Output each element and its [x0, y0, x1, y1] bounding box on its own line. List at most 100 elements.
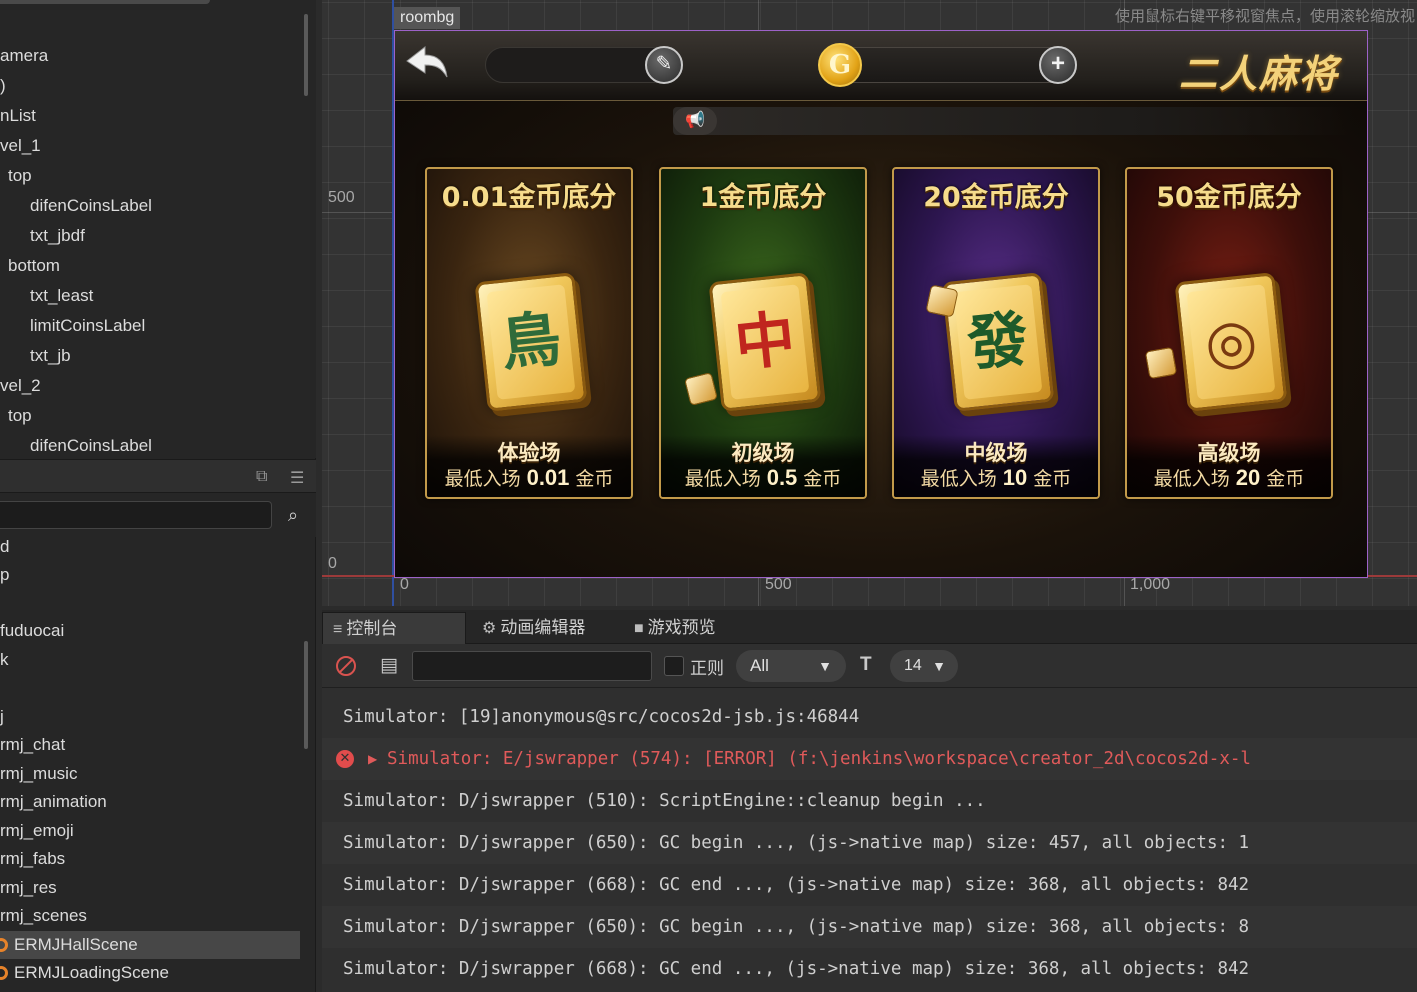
- popout-icon[interactable]: ⧉: [256, 468, 267, 486]
- scene-icon: [0, 966, 8, 980]
- tab-game-preview[interactable]: ■ 游戏预览: [624, 612, 764, 644]
- log-entry[interactable]: Simulator: D/jswrapper (668): GC end ...…: [322, 948, 1417, 990]
- asset-label: rmj_chat: [0, 735, 66, 754]
- scene-hint-text: 使用鼠标右键平移视窗焦点，使用滚轮缩放视: [1114, 7, 1415, 25]
- assets-search-input[interactable]: [0, 501, 272, 529]
- mahjong-tile-icon: 發: [941, 272, 1055, 412]
- tree-node[interactable]: vel_1: [0, 131, 41, 161]
- assets-scrollbar[interactable]: [304, 641, 308, 749]
- font-size-select[interactable]: 14 ▼: [890, 650, 958, 682]
- room-card-trial[interactable]: 0.01金币底分 鳥 体验场 最低入场 0.01 金币: [425, 167, 633, 499]
- chevron-down-icon: ▼: [818, 658, 832, 674]
- game-canvas[interactable]: ✎ G + 二人麻将 📢 0.01金币底分 鳥 体验场 最低入场 0.01 金币 1…: [394, 30, 1368, 578]
- tree-scrollbar[interactable]: [304, 14, 308, 96]
- asset-item[interactable]: fuduocai: [0, 617, 300, 645]
- asset-item[interactable]: [0, 675, 300, 703]
- regex-checkbox[interactable]: [664, 656, 684, 676]
- tile-face: 中: [720, 284, 810, 400]
- asset-item-selected[interactable]: ERMJHallScene: [0, 931, 300, 959]
- notice-bar: [673, 107, 1353, 135]
- scene-icon: [0, 938, 8, 952]
- tab-animation-editor[interactable]: ⚙ 动画编辑器: [472, 612, 622, 644]
- room-level: 体验场: [497, 442, 561, 465]
- log-entry[interactable]: Simulator: D/jswrapper (510): ScriptEngi…: [322, 780, 1417, 822]
- log-entry[interactable]: Simulator: D/jswrapper (650): GC begin .…: [322, 822, 1417, 864]
- tree-node[interactable]: amera: [0, 41, 48, 71]
- tree-node[interactable]: difenCoinsLabel: [30, 191, 152, 221]
- scene-view[interactable]: 500 0 0 500 1,000 使用鼠标右键平移视窗焦点，使用滚轮缩放视 r…: [322, 0, 1417, 606]
- tree-node[interactable]: nList: [0, 101, 36, 131]
- asset-item[interactable]: rmj_fabs: [0, 845, 300, 873]
- tree-node[interactable]: txt_least: [30, 281, 93, 311]
- expand-arrow-icon[interactable]: ▶: [368, 738, 377, 780]
- asset-item[interactable]: j: [0, 703, 300, 731]
- room-level: 初级场: [731, 442, 795, 465]
- asset-item[interactable]: rmj_scenes: [0, 902, 300, 930]
- tree-node[interactable]: limitCoinsLabel: [30, 311, 145, 341]
- room-card-intermediate[interactable]: 20金币底分 發 中级场 最低入场 10 金币: [892, 167, 1100, 499]
- tree-node[interactable]: txt_jbdf: [30, 221, 85, 251]
- asset-label: rmj_fabs: [0, 849, 66, 868]
- tree-header-strip: [0, 0, 210, 4]
- asset-item[interactable]: [0, 589, 300, 617]
- menu-icon[interactable]: ☰: [290, 468, 304, 488]
- tree-node[interactable]: difenCoinsLabel: [30, 431, 152, 458]
- room-min-entry: 最低入场 10 金币: [920, 465, 1072, 490]
- regex-label: 正则: [690, 659, 724, 678]
- add-coins-button[interactable]: +: [1039, 46, 1077, 84]
- room-title: 20金币底分: [923, 182, 1069, 213]
- log-text: Simulator: E/jswrapper (574): [ERROR] (f…: [387, 749, 1251, 769]
- asset-label: p: [0, 565, 10, 584]
- asset-item[interactable]: rmj_emoji: [0, 817, 300, 845]
- mahjong-tile-icon: 鳥: [474, 272, 588, 412]
- assets-list: d p fuduocai k j rmj_chat rmj_music rmj_…: [0, 537, 316, 992]
- log-entry-error[interactable]: ✕ ▶ Simulator: E/jswrapper (574): [ERROR…: [322, 738, 1417, 780]
- console-toolbar: ▤ 正则 All ▼ T 14 ▼: [322, 644, 1417, 688]
- log-filter-input[interactable]: [412, 651, 652, 681]
- clear-log-icon[interactable]: [336, 656, 356, 676]
- asset-label: ERMJHallScene: [14, 935, 138, 954]
- console-panel: ≡ 控制台 ⚙ 动画编辑器 ■ 游戏预览 ▤ 正则 All ▼ T 14 ▼ Simula…: [322, 610, 1417, 992]
- asset-item[interactable]: rmj_animation: [0, 788, 300, 816]
- back-arrow-icon[interactable]: [405, 43, 449, 83]
- edit-icon[interactable]: ✎: [645, 46, 683, 84]
- asset-item[interactable]: p: [0, 561, 300, 589]
- asset-item[interactable]: rmj_res: [0, 874, 300, 902]
- room-card-advanced[interactable]: 50金币底分 ◎ 高级场 最低入场 20 金币: [1125, 167, 1333, 499]
- tree-node[interactable]: ): [0, 71, 6, 101]
- dice-icon: [1144, 346, 1178, 380]
- open-log-file-icon[interactable]: ▤: [380, 654, 398, 677]
- room-title: 0.01金币底分: [441, 182, 617, 213]
- chevron-down-icon: ▼: [932, 658, 946, 674]
- search-icon[interactable]: ⌕: [280, 501, 306, 529]
- room-min-entry: 最低入场 0.01 金币: [444, 465, 614, 490]
- assets-search-row: ⌕: [0, 493, 316, 537]
- asset-item[interactable]: ERMJLoadingScene: [0, 959, 300, 987]
- tree-node[interactable]: top: [8, 401, 32, 431]
- asset-label: k: [0, 650, 9, 669]
- left-panels: amera ) nList vel_1 top difenCoinsLabel …: [0, 0, 316, 992]
- ruler-label: 500: [328, 189, 355, 206]
- assets-panel-header: ⧉ ☰: [0, 459, 316, 493]
- tree-node[interactable]: vel_2: [0, 371, 41, 401]
- asset-label: ERMJLoadingScene: [14, 963, 169, 982]
- dice-icon: [684, 372, 718, 406]
- asset-item[interactable]: rmj_chat: [0, 731, 300, 759]
- tree-node[interactable]: bottom: [8, 251, 60, 281]
- coin-balance-bar: [825, 47, 1075, 83]
- console-icon: ≡: [333, 621, 343, 638]
- log-level-select[interactable]: All ▼: [736, 650, 846, 682]
- log-entry[interactable]: Simulator: D/jswrapper (650): GC begin .…: [322, 906, 1417, 948]
- log-entry[interactable]: Simulator: [19]anonymous@src/cocos2d-jsb…: [322, 696, 1417, 738]
- tree-node[interactable]: txt_jb: [30, 341, 71, 371]
- asset-item[interactable]: rmj_music: [0, 760, 300, 788]
- room-card-beginner[interactable]: 1金币底分 中 初级场 最低入场 0.5 金币: [659, 167, 867, 499]
- ruler-label: 1,000: [1130, 576, 1171, 593]
- tile-face: ◎: [1186, 284, 1276, 400]
- tree-node[interactable]: top: [8, 161, 32, 191]
- megaphone-icon: 📢: [673, 107, 717, 135]
- asset-item[interactable]: d: [0, 537, 300, 561]
- asset-item[interactable]: k: [0, 646, 300, 674]
- tab-console[interactable]: ≡ 控制台: [322, 612, 466, 644]
- log-entry[interactable]: Simulator: D/jswrapper (668): GC end ...…: [322, 864, 1417, 906]
